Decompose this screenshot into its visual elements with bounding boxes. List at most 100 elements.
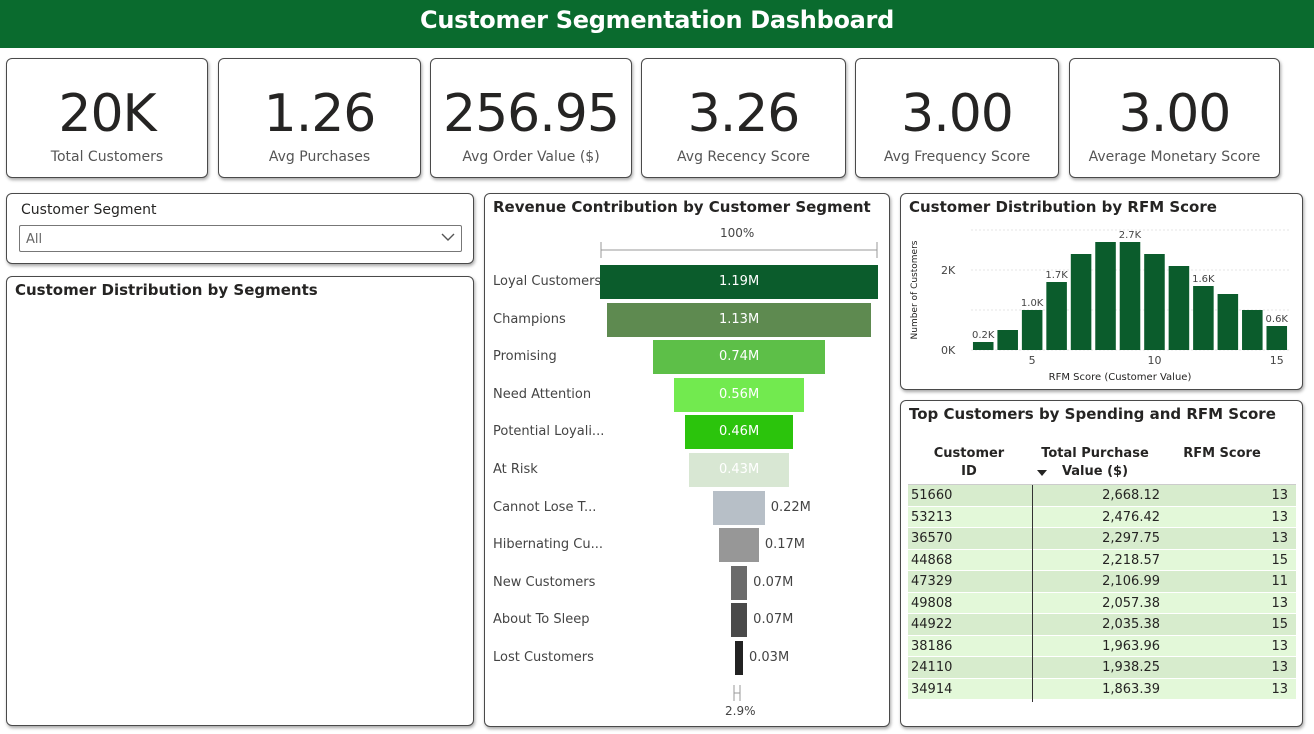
tile-value: 0.88K	[346, 656, 378, 669]
histogram-bar[interactable]	[1193, 286, 1214, 350]
histogram-bar[interactable]	[1119, 242, 1141, 350]
col-header-customer-id[interactable]: Customer ID	[924, 445, 1014, 481]
table-row[interactable]: 49808 2,057.38 13	[908, 592, 1296, 614]
funnel-bar[interactable]	[730, 565, 748, 600]
table-row[interactable]: 44922 2,035.38 15	[908, 614, 1296, 636]
kpi-label: Average Monetary Score	[1088, 149, 1261, 165]
treemap-tile-cannot-lose-them[interactable]: Cannot Lose Them 0.63K	[341, 672, 468, 722]
funnel-bar[interactable]	[719, 528, 759, 563]
tile-label: About To Sleep	[346, 508, 443, 523]
cell-customer-id: 49808	[911, 595, 953, 611]
col-header-total-purchase[interactable]: Total Purchase Value ($)	[1040, 445, 1150, 481]
table-row[interactable]: 38186 1,963.96 13	[908, 635, 1296, 657]
cell-rfm-score: 13	[1271, 595, 1288, 611]
funnel-row[interactable]: Need Attention 0.56M	[485, 376, 885, 414]
segment-slicer: Customer Segment All	[6, 193, 474, 264]
kpi-value: 3.00	[901, 84, 1014, 144]
table-body: 51660 2,668.12 13 53213 2,476.42 13 36570 2,297…	[908, 485, 1296, 700]
funnel-row[interactable]: At Risk 0.43M	[485, 451, 885, 489]
cell-rfm-score: 13	[1271, 509, 1288, 525]
kpi-value: 3.26	[687, 84, 801, 144]
funnel-row[interactable]: Champions 1.13M	[485, 301, 885, 339]
treemap-tile-promising[interactable]: Promising 2.42K	[15, 500, 217, 614]
x-tick-label: 5	[1029, 354, 1036, 367]
data-label: 0.2K	[972, 330, 995, 341]
histogram-bar[interactable]	[1095, 242, 1116, 350]
histogram-bar[interactable]	[972, 342, 994, 350]
cell-rfm-score: 13	[1271, 681, 1288, 697]
kpi-label: Avg Purchases	[268, 149, 371, 165]
col-header-rfm-score[interactable]: RFM Score	[1180, 445, 1264, 463]
funnel-row[interactable]: Potential Loyali... 0.46M	[485, 413, 885, 451]
table-row[interactable]: 47329 2,106.99 11	[908, 571, 1296, 593]
treemap-tile-hibernating[interactable]: Hibernati... 1.62K	[314, 304, 392, 500]
table-row[interactable]: 51660 2,668.12 13	[908, 485, 1296, 507]
tile-label: Promising	[20, 506, 84, 521]
tile-value: 2.42K	[20, 598, 52, 611]
treemap-tile-new-customers[interactable]: New Customers 1.39K	[217, 614, 341, 722]
histogram-bar[interactable]	[1266, 326, 1288, 350]
tile-value: 2.04K	[222, 484, 254, 497]
funnel-value-label: 0.46M	[719, 424, 760, 440]
funnel-value-label: 0.22M	[770, 499, 811, 515]
funnel-value-label: 0.43M	[719, 462, 760, 477]
funnel-bar[interactable]	[730, 603, 748, 638]
treemap-tile-champions[interactable]: Champions 2.04K	[217, 304, 314, 500]
treemap-tile-loyal-customers[interactable]: Loyal Customers 2.25K	[15, 614, 217, 722]
histogram-bar[interactable]	[1144, 254, 1165, 350]
kpi-label: Avg Frequency Score	[883, 149, 1031, 165]
cell-total-purchase: 2,297.75	[1102, 531, 1160, 546]
y-tick-label: 2K	[941, 264, 956, 277]
table-row[interactable]: 36570 2,297.75 13	[908, 528, 1296, 550]
histogram-bar[interactable]	[1070, 254, 1092, 350]
kpi-value: 256.95	[443, 84, 620, 144]
segment-dropdown[interactable]: All	[19, 225, 462, 252]
histogram-bar[interactable]	[1168, 266, 1190, 350]
kpi-card-avg-frequency: 3.00 Avg Frequency Score	[855, 58, 1059, 178]
table-row[interactable]: 44868 2,218.57 15	[908, 549, 1296, 571]
funnel-row-label: At Risk	[493, 462, 538, 477]
kpi-label: Avg Recency Score	[677, 149, 810, 165]
histogram-bar[interactable]	[997, 330, 1018, 350]
funnel-row[interactable]: About To Sleep 0.07M	[485, 601, 885, 639]
funnel-bar[interactable]	[713, 490, 765, 525]
kpi-label: Total Customers	[50, 149, 164, 165]
tile-value: 2.25K	[20, 706, 52, 719]
funnel-title: Revenue Contribution by Customer Segment	[493, 198, 871, 216]
cell-customer-id: 47329	[911, 574, 953, 589]
cell-rfm-score: 13	[1271, 660, 1288, 675]
table-row[interactable]: 24110 1,938.25 13	[908, 657, 1296, 679]
funnel-row[interactable]: Hibernating Cu... 0.17M	[485, 526, 885, 564]
funnel-row-label: New Customers	[493, 574, 596, 590]
funnel-row[interactable]: Loyal Customers 1.19M	[485, 263, 885, 301]
funnel-row[interactable]: Cannot Lose T... 0.22M	[485, 489, 885, 527]
tile-label: Cannot Lose Them	[346, 678, 468, 693]
funnel-bar[interactable]	[735, 641, 743, 675]
treemap-panel: Customer Distribution by Segments Potent…	[6, 276, 474, 726]
histogram-bar[interactable]	[1242, 310, 1263, 350]
cell-total-purchase: 2,106.99	[1102, 574, 1160, 589]
treemap-tile-about-to-sleep[interactable]: About To Sleep 1.38K	[341, 502, 468, 606]
tile-label: Hibernati...	[319, 310, 392, 325]
cell-customer-id: 38186	[911, 638, 953, 654]
sort-descending-icon	[1037, 470, 1047, 476]
treemap-tile-potential-loyalist[interactable]: Potential Loyalist 4.13K	[15, 304, 217, 500]
data-label: 2.7K	[1119, 230, 1142, 241]
funnel-row[interactable]: Promising 0.74M	[485, 338, 885, 376]
funnel-row[interactable]: New Customers 0.07M	[485, 564, 885, 602]
data-label: 1.7K	[1045, 270, 1068, 281]
rfm-histogram: 0.2K 1.0K 1.7K 2.7K 1.6K 0.6K 5 10 15 0K 2K RFM Sco…	[910, 229, 1289, 383]
histogram-bar[interactable]	[1046, 282, 1067, 350]
histogram-bar[interactable]	[1217, 294, 1239, 350]
funnel-row[interactable]: Lost Customers 0.03M	[485, 639, 885, 677]
cell-total-purchase: 1,963.96	[1102, 638, 1160, 654]
treemap-tile-lost-customers[interactable]: Lost Customers 0.88K	[341, 606, 468, 672]
kpi-value: 3.00	[1118, 84, 1232, 144]
tile-label: Lost Customers	[346, 612, 447, 627]
treemap-tile-at-risk[interactable]: At Risk 1.42K	[217, 502, 341, 614]
histogram-bar[interactable]	[1021, 310, 1043, 350]
table-row[interactable]: 34914 1,863.39 13	[908, 678, 1296, 700]
table-row[interactable]: 53213 2,476.42 13	[908, 506, 1296, 528]
treemap-title: Customer Distribution by Segments	[15, 281, 318, 299]
treemap-tile-need-attention[interactable]: Need Att... 1.61K	[392, 304, 468, 500]
